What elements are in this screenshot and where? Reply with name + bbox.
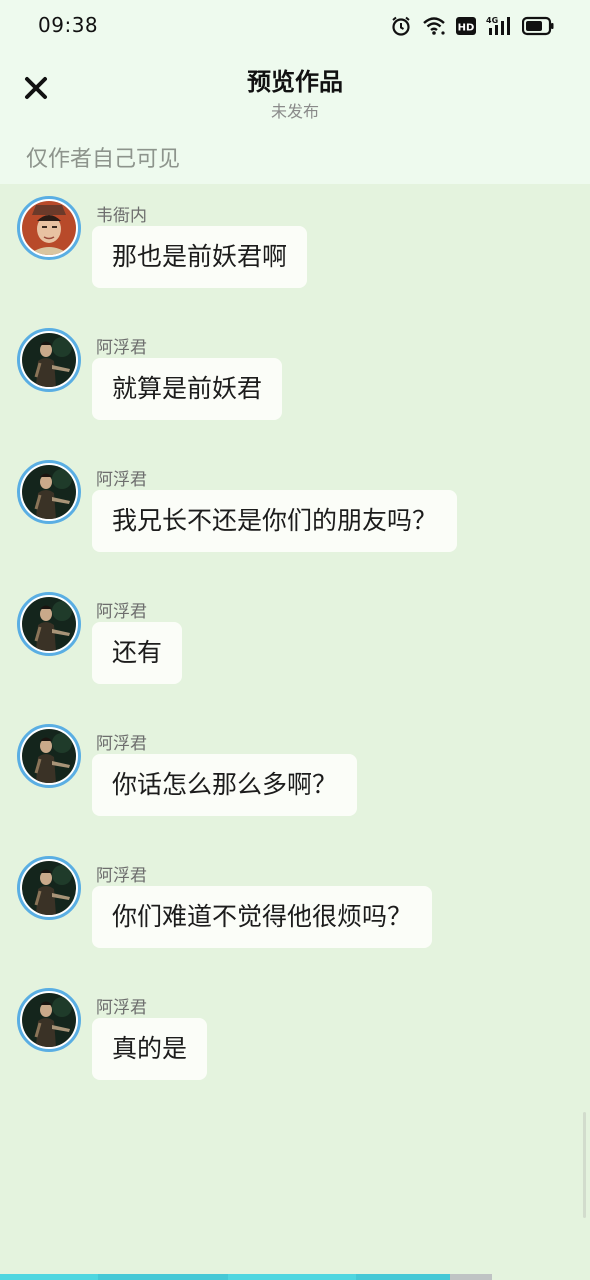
avatar-weiyanei[interactable] (17, 196, 81, 260)
message-bubble[interactable]: 还有 (92, 622, 183, 684)
sender-name: 阿浮君 (96, 998, 147, 1018)
message-bubble[interactable]: 那也是前妖君啊 (92, 226, 308, 288)
message-item: 阿浮君 你话怎么那么多啊？ (0, 712, 590, 832)
progress-segment (0, 1274, 98, 1280)
chat-list[interactable]: 韦衙内 那也是前妖君啊 阿浮君 就算是前妖君 阿浮君 我兄长不还是你们的朋友吗？… (0, 184, 590, 1270)
avatar-afujun[interactable] (17, 988, 81, 1052)
message-bubble[interactable]: 你话怎么那么多啊？ (92, 754, 358, 816)
status-bar: 09:38 HD 4G (0, 0, 590, 52)
message-item: 阿浮君 就算是前妖君 (0, 316, 590, 436)
progress-segment (356, 1274, 450, 1280)
visibility-notice: 仅作者自己可见 (26, 147, 181, 172)
sender-name: 韦衙内 (96, 206, 147, 226)
sender-name: 阿浮君 (96, 338, 147, 358)
message-item: 阿浮君 我兄长不还是你们的朋友吗？ (0, 448, 590, 568)
message-item: 阿浮君 还有 (0, 580, 590, 700)
progress-bar (0, 1274, 590, 1280)
avatar-afujun[interactable] (17, 460, 81, 524)
scrollbar-thumb[interactable] (583, 1112, 586, 1218)
message-item: 阿浮君 真的是 (0, 976, 590, 1096)
message-bubble[interactable]: 你们难道不觉得他很烦吗？ (92, 886, 433, 948)
sender-name: 阿浮君 (96, 734, 147, 754)
svg-text:HD: HD (458, 23, 475, 34)
message-bubble[interactable]: 就算是前妖君 (92, 358, 283, 420)
status-time: 09:38 (38, 13, 99, 37)
page-subtitle: 未发布 (270, 102, 319, 121)
sender-name: 阿浮君 (96, 866, 147, 886)
signal-4g-icon: 4G (486, 16, 512, 36)
message-item: 阿浮君 你们难道不觉得他很烦吗？ (0, 844, 590, 964)
nav-bar: 预览作品 未发布 (0, 52, 590, 128)
page-title: 预览作品 (247, 68, 343, 96)
alarm-icon (390, 15, 412, 37)
battery-icon (522, 16, 554, 36)
avatar-afujun[interactable] (17, 856, 81, 920)
avatar-afujun[interactable] (17, 724, 81, 788)
sender-name: 阿浮君 (96, 470, 147, 490)
header-area: 09:38 HD 4G 预览作品 未发布 仅作者自己可见 (0, 0, 590, 184)
avatar-afujun[interactable] (17, 328, 81, 392)
message-item: 韦衙内 那也是前妖君啊 (0, 184, 590, 304)
progress-segment (228, 1274, 356, 1280)
sender-name: 阿浮君 (96, 602, 147, 622)
message-bubble[interactable]: 我兄长不还是你们的朋友吗？ (92, 490, 458, 552)
progress-segment (450, 1274, 492, 1280)
svg-text:4G: 4G (486, 16, 498, 25)
avatar-afujun[interactable] (17, 592, 81, 656)
progress-segment (98, 1274, 228, 1280)
status-icons: HD 4G (390, 14, 554, 38)
hd-icon: HD (456, 16, 476, 36)
wifi-icon (422, 16, 446, 36)
message-bubble[interactable]: 真的是 (92, 1018, 208, 1080)
